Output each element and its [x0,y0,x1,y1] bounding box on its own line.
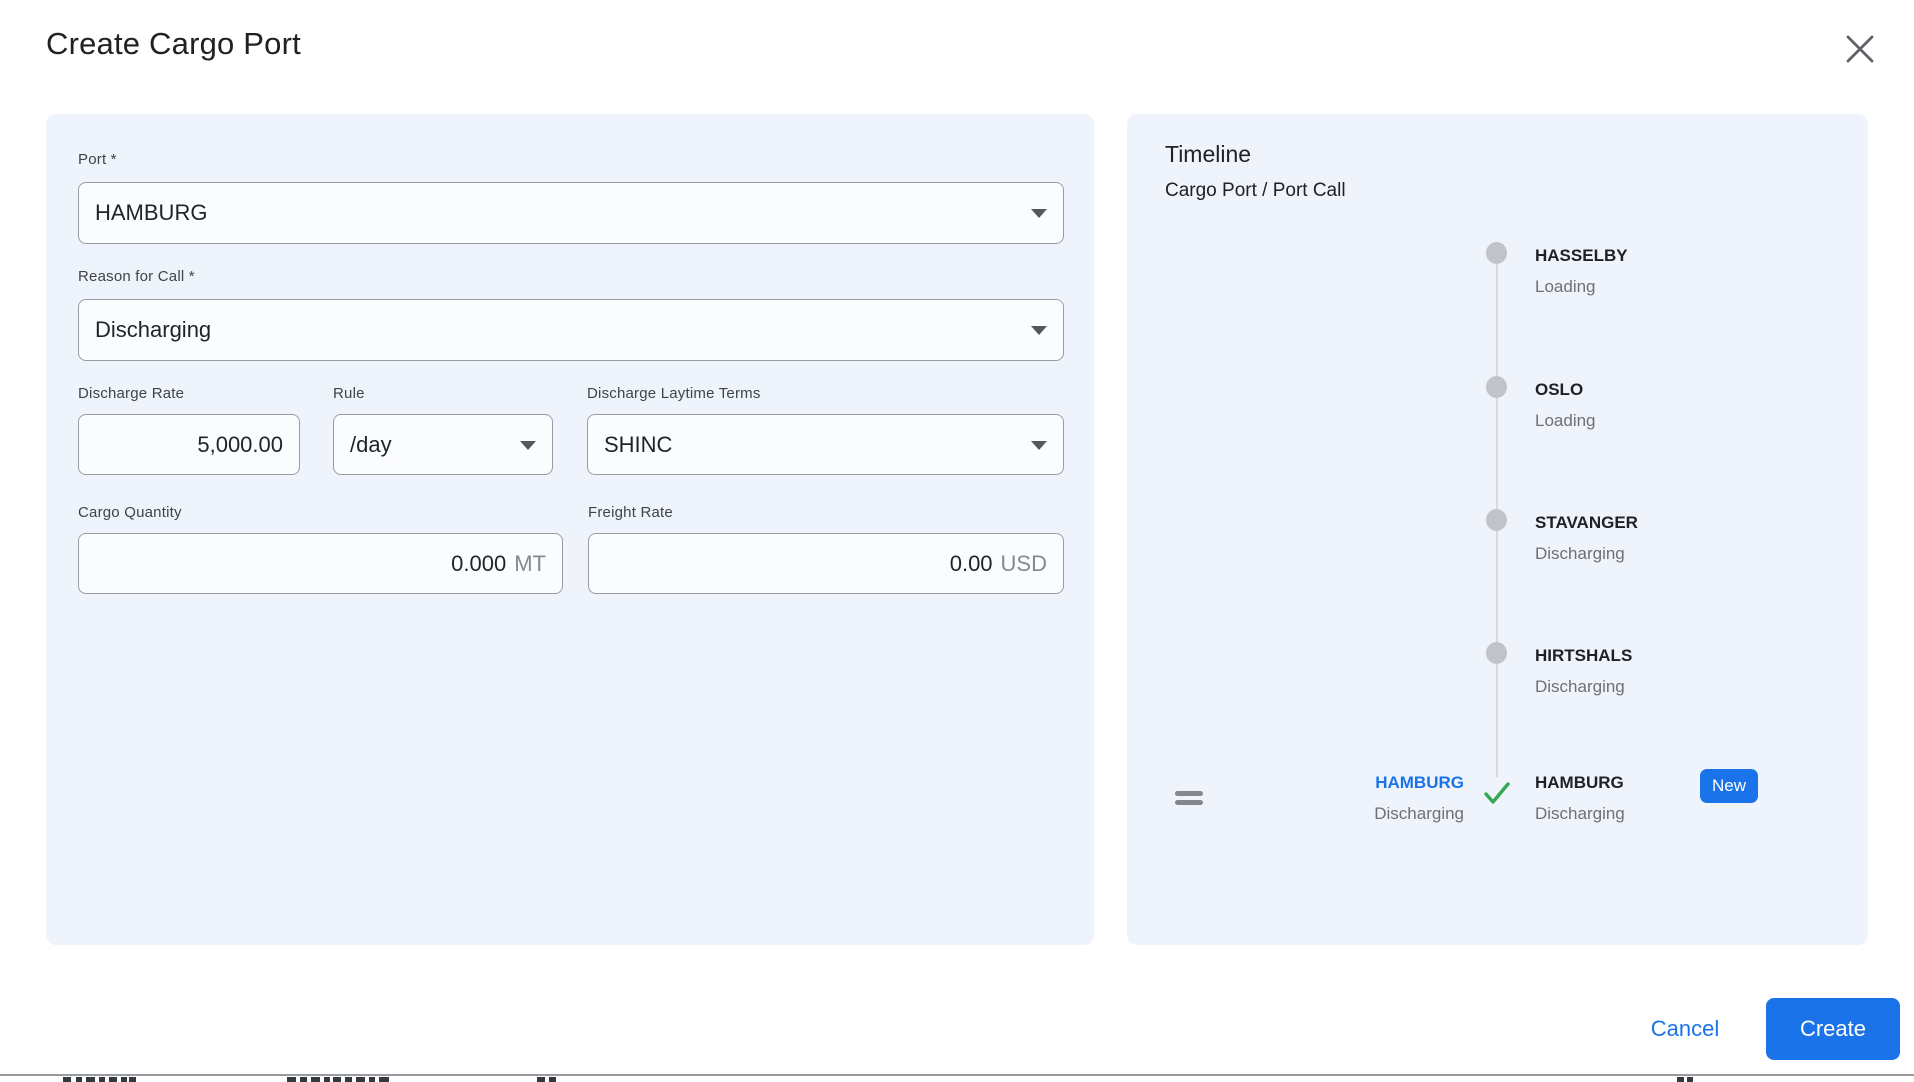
drag-preview-status: Discharging [1374,804,1464,823]
timeline-item: STAVANGER Discharging [1535,507,1835,569]
cargo-port-form-panel: Port * HAMBURG Reason for Call * Dischar… [46,114,1094,945]
drag-preview-port: HAMBURG [1375,773,1464,792]
timeline-drag-preview[interactable]: HAMBURG Discharging [1247,767,1464,829]
freight-rate-value: 0.00 [949,550,993,576]
discharge-laytime-terms-value: SHINC [604,431,673,457]
chevron-down-icon [1031,440,1047,450]
new-badge: New [1700,769,1759,803]
timeline-item-port: HAMBURG [1535,773,1624,792]
discharge-laytime-terms-label: Discharge Laytime Terms [587,385,761,402]
create-button[interactable]: Create [1766,998,1900,1060]
cancel-button[interactable]: Cancel [1625,1000,1745,1058]
timeline-item-status: Loading [1535,277,1596,296]
discharge-rate-input[interactable]: 5,000.00 [78,414,300,475]
background-page-divider [0,1074,1914,1076]
timeline-item-port: HASSELBY [1535,246,1628,265]
cargo-quantity-unit: MT [514,550,546,576]
discharge-rate-label: Discharge Rate [78,385,185,402]
timeline-dot [1486,242,1507,264]
discharge-laytime-terms-select[interactable]: SHINC [587,414,1064,475]
timeline-item: HIRTSHALS Discharging [1535,640,1835,702]
timeline-dot [1486,509,1507,531]
chevron-down-icon [1031,209,1047,218]
timeline-title: Timeline [1165,141,1252,167]
chevron-down-icon [1031,326,1047,335]
cargo-quantity-input[interactable]: 0.000 MT [78,533,563,594]
chevron-down-icon [520,440,536,450]
rule-label: Rule [333,385,365,402]
discharge-rate-value: 5,000.00 [197,431,283,457]
timeline-item: OSLO Loading [1535,374,1835,436]
timeline-subtitle: Cargo Port / Port Call [1165,180,1346,201]
timeline-item-status: Discharging [1535,544,1625,563]
rule-value: /day [350,431,392,457]
dialog-title: Create Cargo Port [46,26,301,61]
port-select[interactable]: HAMBURG [78,182,1064,244]
port-value: HAMBURG [95,200,208,225]
timeline-item-status: Discharging [1535,804,1625,823]
timeline-item-port: STAVANGER [1535,513,1638,532]
timeline-dot [1486,376,1507,398]
reason-for-call-value: Discharging [95,317,212,342]
cargo-quantity-value: 0.000 [451,550,507,576]
port-label: Port * [78,151,117,168]
timeline-panel: Timeline Cargo Port / Port Call HASSELBY… [1127,114,1868,945]
close-icon [1846,35,1874,63]
freight-rate-unit: USD [1000,550,1047,576]
timeline-item-new: HAMBURG Discharging [1535,767,1835,829]
drag-handle-icon[interactable] [1175,790,1203,806]
freight-rate-input[interactable]: 0.00 USD [588,533,1064,594]
reason-for-call-label: Reason for Call * [78,268,195,285]
cargo-quantity-label: Cargo Quantity [78,504,182,521]
timeline-item-status: Loading [1535,411,1596,430]
check-icon [1484,782,1510,804]
reason-for-call-select[interactable]: Discharging [78,299,1064,361]
freight-rate-label: Freight Rate [588,504,673,521]
timeline-item-status: Discharging [1535,677,1625,696]
timeline-item: HASSELBY Loading [1535,240,1835,302]
close-button[interactable] [1838,28,1882,70]
timeline-item-port: HIRTSHALS [1535,646,1633,665]
rule-select[interactable]: /day [333,414,553,475]
timeline-dot [1486,642,1507,664]
timeline-item-port: OSLO [1535,380,1584,399]
